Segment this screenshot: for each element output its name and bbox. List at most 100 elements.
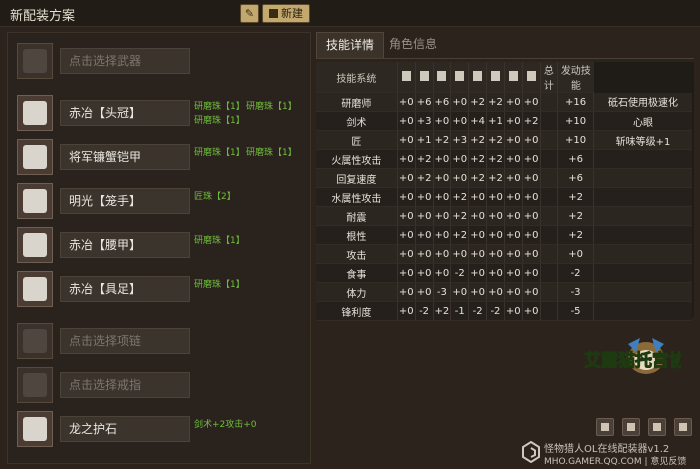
col-part-header [397,62,416,93]
part-value-cell: +0 [522,263,541,283]
part-value-cell: +6 [415,92,434,112]
part-value-cell: -1 [450,301,470,321]
jewel-label: 研磨珠【1】 [194,102,245,112]
boots-icon [490,70,500,81]
part-value-cell: +0 [486,244,505,264]
page-title: 新配装方案 [10,9,76,24]
col-part-header [504,62,523,93]
tab-character-info[interactable]: 角色信息 [380,32,446,57]
part-value-cell: +2 [486,130,505,150]
part-value-cell: +0 [397,263,416,283]
top-bar: 新配装方案 ✎ 新建 [0,0,700,27]
active-skill-cell [593,301,692,321]
active-skill-cell [593,168,692,188]
necklace-slot[interactable] [17,323,53,359]
refresh-button[interactable] [622,418,640,436]
table-row: 水属性攻击 +0 +0 +0 +2 +0 +0 +0 +0 +2 [316,187,692,207]
legs-slot[interactable] [17,271,53,307]
part-value-cell: +0 [397,168,416,188]
total-cell: +0 [557,244,595,264]
head-name[interactable]: 赤冶【头冠】 [60,100,190,126]
share-button[interactable] [674,418,692,436]
head-slot[interactable] [17,95,53,131]
part-value-cell: +2 [415,149,434,169]
edit-button[interactable]: ✎ [240,4,259,23]
skill-name-cell: 耐震 [316,206,398,226]
total-cell: +6 [557,168,595,188]
part-value-cell: +2 [415,168,434,188]
weapon-slot[interactable] [17,43,53,79]
waist-name[interactable]: 赤冶【腰甲】 [60,232,190,258]
skills-table: 技能系统 总计 发动技能 研磨师 +0 +6 +6 +0 +2 +2 +0 +0 +16 砥石使用极… [316,62,692,321]
arms-slot[interactable] [17,183,53,219]
part-value-cell: +0 [486,187,505,207]
part-value-cell: +0 [486,206,505,226]
skill-name-cell: 体力 [316,282,398,302]
save-button[interactable] [596,418,614,436]
skill-name-cell: 回复速度 [316,168,398,188]
talisman-skill-label: 剑术+2攻击+0 [194,420,257,430]
tab-skill-details[interactable]: 技能详情 [316,32,385,58]
part-value-cell: +2 [468,149,488,169]
talisman-icon [23,417,47,441]
chest-slot[interactable] [17,139,53,175]
total-cell: -3 [557,282,595,302]
part-value-cell: +2 [486,168,505,188]
active-skill-cell [593,225,692,245]
weapon-icon [23,49,47,73]
part-value-cell: +0 [504,130,523,150]
chest-name[interactable]: 将军镰蟹铠甲 [60,144,190,170]
legs-name[interactable]: 赤冶【具足】 [60,276,190,302]
total-cell: +2 [557,187,595,207]
document-icon [269,9,278,18]
part-value-cell: +0 [433,206,452,226]
part-value-cell: +0 [504,282,523,302]
new-button[interactable]: 新建 [262,4,310,23]
active-skill-cell [593,263,692,283]
delete-button[interactable] [648,418,666,436]
part-value-cell: +2 [486,149,505,169]
part-value-cell: +0 [504,244,523,264]
part-value-cell: +0 [433,111,452,131]
part-value-cell [540,244,559,264]
part-value-cell: +0 [504,111,523,131]
table-row: 耐震 +0 +0 +0 +2 +0 +0 +0 +0 +2 [316,206,692,226]
part-value-cell: -2 [415,301,434,321]
part-value-cell [540,187,559,207]
part-value-cell: +0 [504,263,523,283]
jewel-label: 研磨珠【1】 [246,102,297,112]
weapon-icon [401,70,411,81]
col-part-header [450,62,470,93]
total-cell: +10 [557,130,595,150]
part-value-cell: +0 [468,244,488,264]
part-value-cell: +0 [450,149,470,169]
weapon-name[interactable]: 点击选择武器 [60,48,190,74]
ring-name[interactable]: 点击选择戒指 [60,372,190,398]
part-value-cell [540,263,559,283]
total-cell: +2 [557,206,595,226]
part-value-cell: +0 [397,149,416,169]
ring-slot[interactable] [17,367,53,403]
necklace-name[interactable]: 点击选择项链 [60,328,190,354]
part-value-cell: +0 [450,168,470,188]
part-value-cell: +0 [450,244,470,264]
helmet-icon [23,101,47,125]
logo-text: 艾露猫托宫协会 [584,350,681,371]
part-value-cell: +3 [415,111,434,131]
arms-name[interactable]: 明光【笼手】 [60,188,190,214]
part-value-cell: +0 [522,149,541,169]
col-part-header [468,62,488,93]
felyne-guild-logo: 艾露猫托宫协会 [584,338,681,374]
talisman-slot[interactable] [17,411,53,447]
necklace-icon [23,329,47,353]
waist-slot[interactable] [17,227,53,263]
part-value-cell: +0 [522,92,541,112]
footer-link[interactable]: MHO.GAMER.QQ.COM | 意见反馈 [544,454,686,467]
talisman-name[interactable]: 龙之护石 [60,416,190,442]
part-value-cell: +0 [522,225,541,245]
active-skill-cell: 砥石使用极速化 [593,92,692,112]
part-value-cell: +0 [504,168,523,188]
gauntlet-icon [455,70,465,81]
refresh-icon [627,423,635,431]
table-row: 火属性攻击 +0 +2 +0 +0 +2 +2 +0 +0 +6 [316,149,692,169]
